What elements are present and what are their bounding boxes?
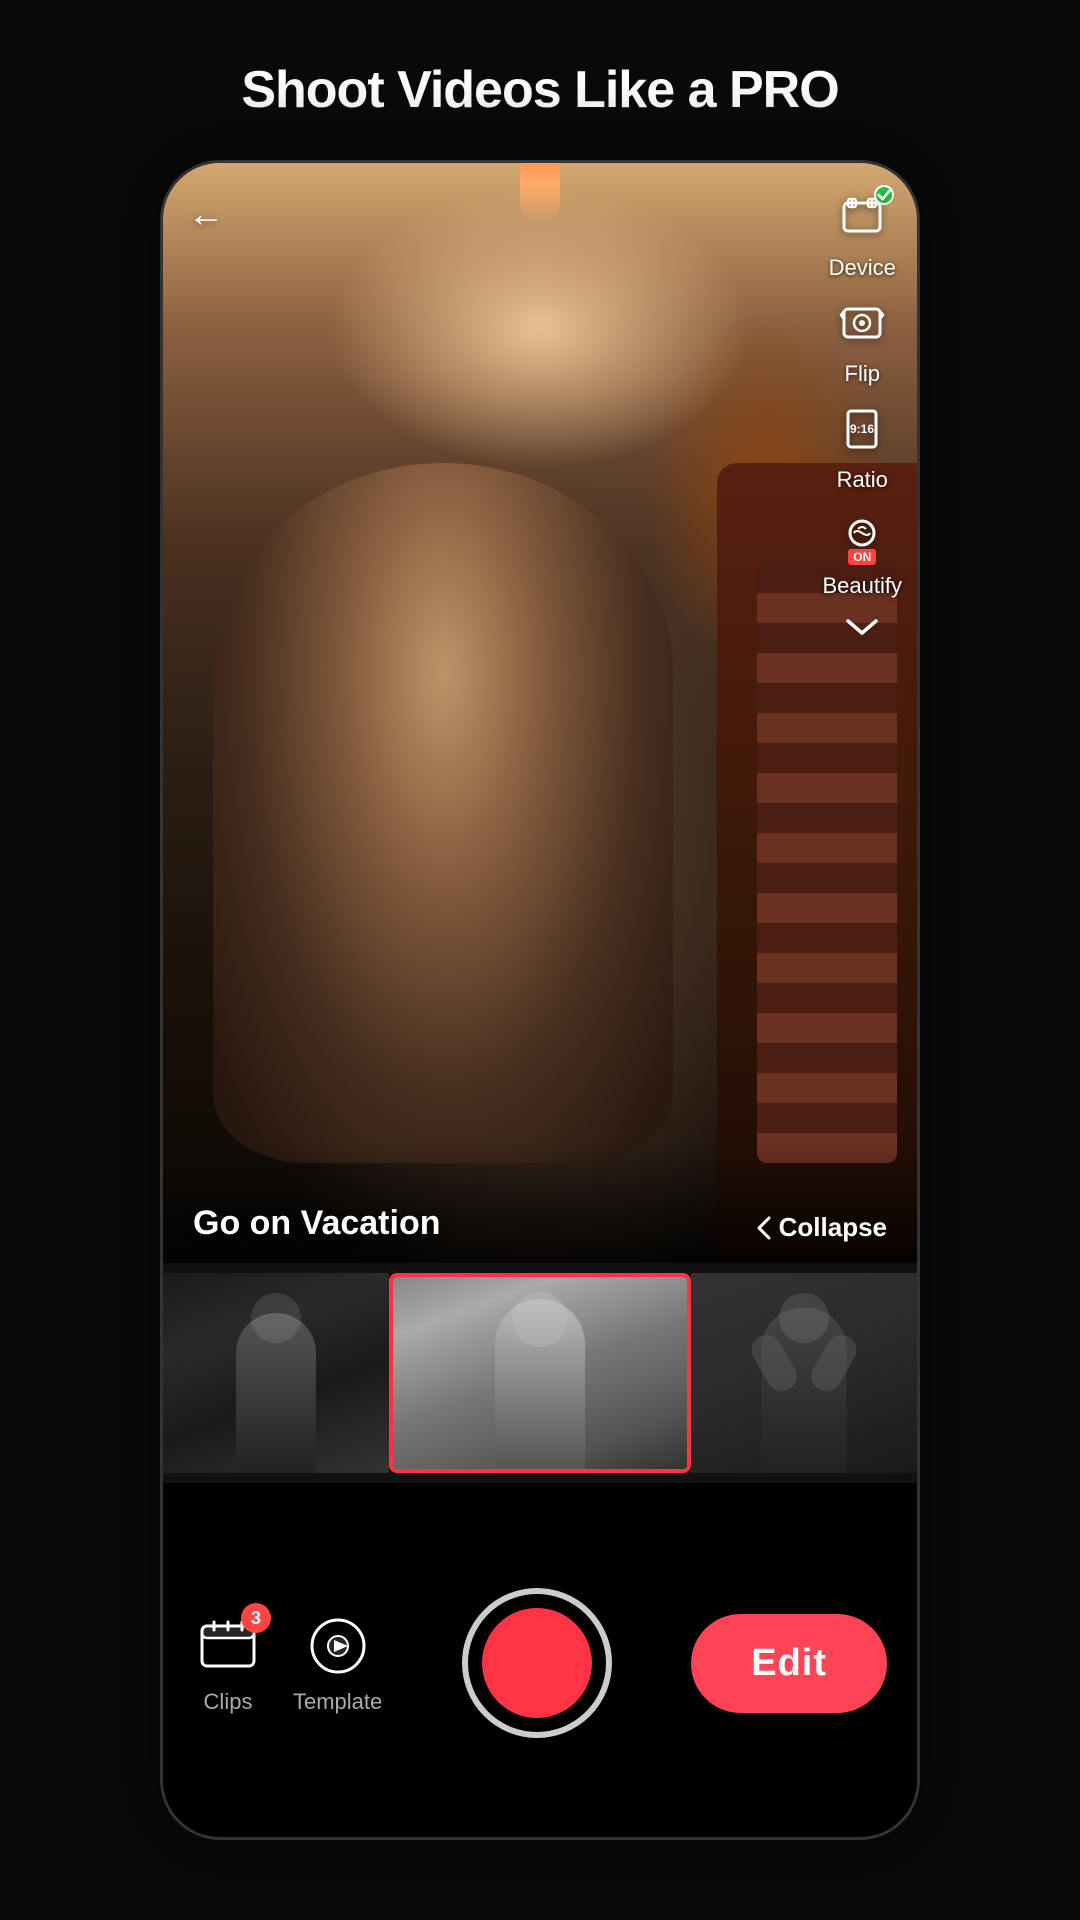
thumbnail-bg (163, 1273, 389, 1473)
record-inner (482, 1608, 592, 1718)
clips-button[interactable]: 3 Clips (193, 1611, 263, 1715)
thumbnail-bg-3 (691, 1273, 917, 1473)
thumb-head (251, 1293, 301, 1343)
right-toolbar: Device Flip (823, 183, 903, 647)
device-active-badge (874, 185, 894, 205)
thumbnail-item-active[interactable] (389, 1273, 691, 1473)
thumb-head-active (513, 1292, 568, 1347)
template-button[interactable]: Template (293, 1611, 382, 1715)
template-icon (306, 1614, 370, 1678)
beautify-button[interactable]: ON Beautify (823, 501, 903, 599)
camera-overlay: Go on Vacation Collapse (163, 1143, 917, 1263)
controls-row: 3 Clips Template (193, 1588, 887, 1738)
ratio-label: Ratio (837, 467, 888, 493)
ratio-icon: 9:16 (838, 405, 886, 453)
light-decoration (520, 163, 560, 223)
collapse-chevron-icon (755, 1214, 773, 1242)
flip-button[interactable]: Flip (828, 289, 896, 387)
back-button[interactable]: ← (188, 193, 224, 235)
beautify-on-badge: ON (848, 549, 876, 565)
camera-view: ← (163, 163, 917, 1263)
thumbnail-item[interactable] (163, 1273, 389, 1473)
bottom-controls: 3 Clips Template (163, 1483, 917, 1840)
flip-icon (838, 299, 886, 347)
chevron-down-icon (842, 615, 882, 639)
subject-silhouette (213, 463, 673, 1163)
flip-label: Flip (845, 361, 880, 387)
thumbnail-bg-active (393, 1277, 687, 1469)
thumbnails-strip (163, 1263, 917, 1483)
thumb-head-3 (779, 1293, 829, 1343)
template-icon-container (303, 1611, 373, 1681)
scene-title: Go on Vacation (193, 1204, 755, 1243)
ratio-button[interactable]: 9:16 Ratio (828, 395, 896, 493)
device-button[interactable]: Device (828, 183, 896, 281)
clips-icon-container: 3 (193, 1611, 263, 1681)
clips-label: Clips (204, 1689, 253, 1715)
svg-text:9:16: 9:16 (850, 422, 874, 436)
flip-icon-container (828, 289, 896, 357)
thumbnail-item-3[interactable] (691, 1273, 917, 1473)
page-title: Shoot Videos Like a PRO (241, 60, 838, 120)
clips-count-badge: 3 (241, 1603, 271, 1633)
collapse-button[interactable]: Collapse (755, 1212, 887, 1243)
edit-button[interactable]: Edit (691, 1614, 887, 1713)
furniture-detail (757, 563, 897, 1163)
device-icon-container (828, 183, 896, 251)
record-button[interactable] (462, 1588, 612, 1738)
beautify-icon-container: ON (828, 501, 896, 569)
device-label: Device (829, 255, 896, 281)
expand-button[interactable] (828, 607, 896, 647)
beautify-label: Beautify (823, 573, 903, 599)
phone-frame: ← (160, 160, 920, 1840)
check-icon (876, 171, 892, 219)
left-controls: 3 Clips Template (193, 1611, 382, 1715)
collapse-label: Collapse (779, 1212, 887, 1243)
ratio-icon-container: 9:16 (828, 395, 896, 463)
template-label: Template (293, 1689, 382, 1715)
